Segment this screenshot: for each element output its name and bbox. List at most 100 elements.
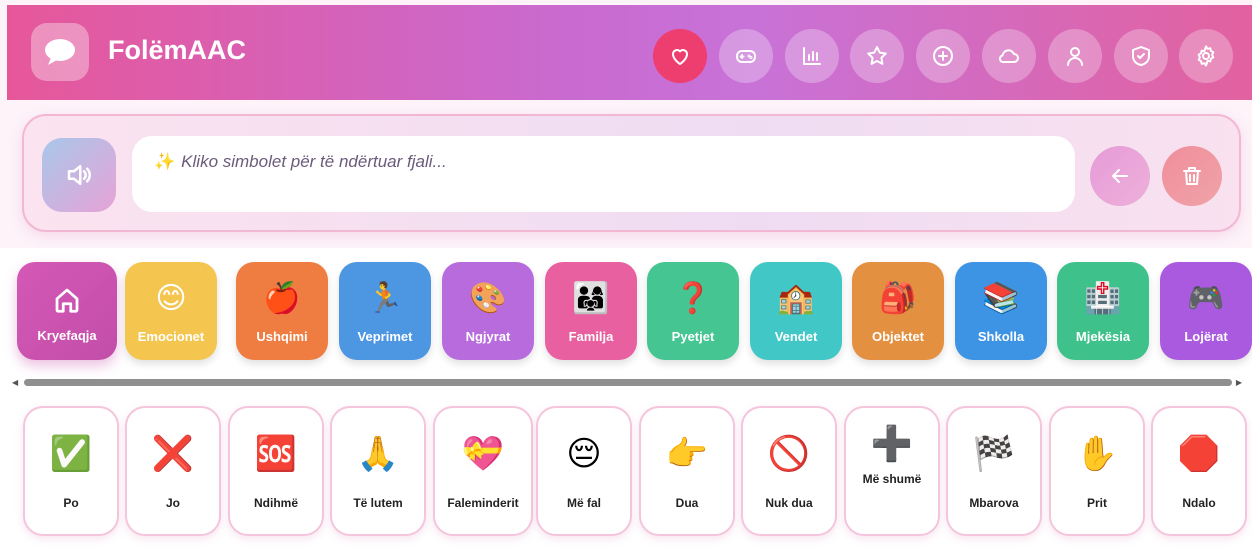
category-icon: ❓ xyxy=(674,281,712,315)
category-pyetjet[interactable]: ❓ Pyetjet xyxy=(647,262,739,360)
sentence-display[interactable]: ✨ Kliko simbolet për të ndërtuar fjali... xyxy=(132,136,1075,212)
word-icon: ✋ xyxy=(1075,435,1119,473)
category-label: Veprimet xyxy=(357,328,413,344)
word-icon: 🆘 xyxy=(254,435,298,473)
category-label: Kryefaqja xyxy=(37,327,97,343)
category-emocionet[interactable]: 😊 Emocionet xyxy=(125,262,217,360)
word-card[interactable]: ✅ Po xyxy=(23,406,119,536)
category-label: Mjekësia xyxy=(1075,328,1131,344)
category-ushqimi[interactable]: 🍎 Ushqimi xyxy=(236,262,328,360)
word-card[interactable]: ❌ Jo xyxy=(125,406,221,536)
word-card[interactable]: 🛑 Ndalo xyxy=(1151,406,1247,536)
category-vendet[interactable]: 🏫 Vendet xyxy=(750,262,842,360)
word-card[interactable]: 🙏 Të lutem xyxy=(330,406,426,536)
category-label: Vendet xyxy=(774,328,818,344)
word-icon: ✅ xyxy=(49,435,93,473)
word-icon: 🏁 xyxy=(972,435,1016,473)
word-card[interactable]: ➕ Më shumë xyxy=(844,406,940,536)
bar-chart-icon xyxy=(803,47,821,65)
app-header: FolëmAAC xyxy=(7,5,1252,100)
word-label: Më fal xyxy=(566,496,601,510)
category-icon: 🏫 xyxy=(777,281,815,315)
settings-button[interactable] xyxy=(1179,29,1233,83)
category-ngjyrat[interactable]: 🎨 Ngjyrat xyxy=(442,262,534,360)
word-icon: 🙏 xyxy=(356,435,400,473)
word-icon: 🛑 xyxy=(1177,435,1221,473)
word-label: Mbarova xyxy=(969,496,1019,510)
word-card[interactable]: 🏁 Mbarova xyxy=(946,406,1042,536)
scroll-left-arrow-icon[interactable]: ◀ xyxy=(12,378,18,387)
backspace-button[interactable] xyxy=(1090,146,1150,206)
category-veprimet[interactable]: 🏃 Veprimet xyxy=(339,262,431,360)
category-mjekësia[interactable]: 🏥 Mjekësia xyxy=(1057,262,1149,360)
sentence-bar: ✨ Kliko simbolet për të ndërtuar fjali... xyxy=(22,114,1241,232)
heart-icon xyxy=(672,49,688,65)
shield-check-icon xyxy=(1132,46,1150,66)
word-card[interactable]: 💝 Faleminderit xyxy=(433,406,533,536)
word-label: Të lutem xyxy=(353,496,403,510)
word-icon: 👉 xyxy=(665,435,709,473)
word-icon: ❌ xyxy=(151,435,195,473)
profile-button[interactable] xyxy=(1048,29,1102,83)
speaker-icon xyxy=(67,165,91,185)
sparkles-icon: ✨ xyxy=(154,152,176,171)
word-label: Po xyxy=(63,496,79,510)
shield-button[interactable] xyxy=(1114,29,1168,83)
category-label: Pyetjet xyxy=(671,328,715,344)
word-label: Dua xyxy=(675,496,699,510)
scroll-right-arrow-icon[interactable]: ▶ xyxy=(1236,378,1242,387)
category-icon: 🎮 xyxy=(1187,281,1225,315)
category-objektet[interactable]: 🎒 Objektet xyxy=(852,262,944,360)
category-icon: 🏃 xyxy=(366,281,404,315)
gear-icon xyxy=(1197,45,1215,67)
games-button[interactable] xyxy=(719,29,773,83)
stats-button[interactable] xyxy=(785,29,839,83)
clear-button[interactable] xyxy=(1162,146,1222,206)
category-shkolla[interactable]: 📚 Shkolla xyxy=(955,262,1047,360)
speak-button[interactable] xyxy=(42,138,116,212)
category-label: Familja xyxy=(568,328,614,344)
word-card[interactable]: 👉 Dua xyxy=(639,406,735,536)
cloud-icon xyxy=(998,49,1019,64)
gamepad-icon xyxy=(736,50,756,63)
word-grid: ✅ Po ❌ Jo 🆘 Ndihmë 🙏 Të lutem 💝 Faleminderit 😔 Më f… xyxy=(0,396,1252,552)
category-icon: 🎒 xyxy=(879,281,917,315)
arrow-left-icon xyxy=(1112,169,1128,183)
category-icon: 🎨 xyxy=(469,281,507,315)
scroll-thumb[interactable] xyxy=(24,379,1232,386)
category-lojërat[interactable]: 🎮 Lojërat xyxy=(1160,262,1252,360)
word-card[interactable]: 🚫 Nuk dua xyxy=(741,406,837,536)
word-icon: 🚫 xyxy=(767,435,811,473)
word-label: Ndalo xyxy=(1182,496,1216,510)
word-label: Më shumë xyxy=(862,472,922,486)
word-label: Nuk dua xyxy=(765,496,813,510)
category-label: Ushqimi xyxy=(256,328,308,344)
category-icon: 🏥 xyxy=(1084,281,1122,315)
star-button[interactable] xyxy=(850,29,904,83)
sentence-placeholder: Kliko simbolet për të ndërtuar fjali... xyxy=(181,152,447,171)
word-card[interactable]: 🆘 Ndihmë xyxy=(228,406,324,536)
category-familja[interactable]: 👨‍👩‍👧 Familja xyxy=(545,262,637,360)
word-label: Prit xyxy=(1086,496,1107,510)
home-icon xyxy=(52,280,82,320)
category-icon: 📚 xyxy=(982,281,1020,315)
word-label: Faleminderit xyxy=(447,496,519,510)
word-card[interactable]: ✋ Prit xyxy=(1049,406,1145,536)
favorites-button[interactable] xyxy=(653,29,707,83)
word-icon: 😔 xyxy=(566,435,602,473)
category-icon: 😊 xyxy=(155,281,187,315)
category-icon: 👨‍👩‍👧 xyxy=(572,281,610,315)
chat-bubble-logo-icon xyxy=(31,23,89,81)
add-button[interactable] xyxy=(916,29,970,83)
category-bar: Kryefaqja 😊 Emocionet 🍎 Ushqimi 🏃 Veprimet 🎨 Ngj… xyxy=(0,248,1252,398)
word-card[interactable]: 😔 Më fal xyxy=(536,406,632,536)
cloud-button[interactable] xyxy=(982,29,1036,83)
category-label: Shkolla xyxy=(977,328,1025,344)
category-label: Emocionet xyxy=(137,328,205,344)
user-icon xyxy=(1067,47,1083,66)
category-scrollbar[interactable]: ◀ ▶ xyxy=(12,378,1242,388)
word-label: Ndihmë xyxy=(253,496,298,510)
category-label: Objektet xyxy=(871,328,924,344)
category-kryefaqja[interactable]: Kryefaqja xyxy=(17,262,117,360)
word-icon: 💝 xyxy=(461,435,505,473)
